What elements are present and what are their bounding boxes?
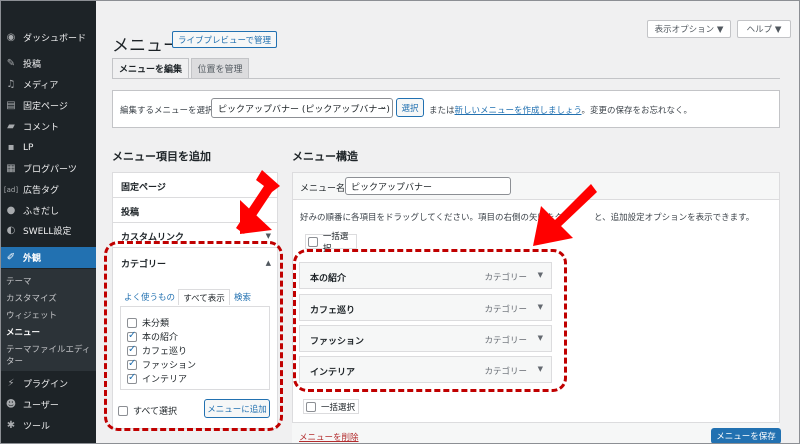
arrow-icon bbox=[236, 170, 280, 234]
bulk-select-bottom[interactable]: 一括選択 bbox=[303, 399, 359, 414]
sidebar-item-pages[interactable]: ▤ 固定ページ bbox=[0, 95, 96, 116]
comment-icon: ▰ bbox=[7, 121, 15, 132]
checkbox[interactable] bbox=[127, 344, 137, 356]
checkbox[interactable] bbox=[308, 236, 318, 247]
sidebar-item-tools[interactable]: ✱ ツール bbox=[0, 415, 96, 436]
admin-sidebar: ◉ ダッシュボード ✎ 投稿 ♫ メディア ▤ 固定ページ ▰ コメント ▪ LP ▦ ブログ… bbox=[0, 0, 96, 444]
checkbox[interactable] bbox=[127, 372, 137, 384]
tool-icon: ✱ bbox=[6, 420, 16, 431]
submenu-customize[interactable]: カスタマイズ bbox=[6, 292, 57, 304]
menu-item[interactable]: 本の紹介 カテゴリー ▼ bbox=[299, 262, 552, 289]
chevron-down-icon: ⌄ bbox=[379, 102, 387, 112]
sidebar-item-balloon[interactable]: ● ふきだし bbox=[0, 200, 96, 221]
submenu-theme-editor[interactable]: テーマファイルエディ bbox=[6, 343, 90, 355]
sidebar-item-posts[interactable]: ✎ 投稿 bbox=[0, 53, 96, 74]
category-item[interactable]: ファッション bbox=[127, 358, 196, 371]
menu-item[interactable]: インテリア カテゴリー ▼ bbox=[299, 356, 552, 383]
menu-select-dropdown[interactable]: ピックアップバナー (ピックアップバナー) ⌄ bbox=[211, 98, 393, 118]
category-checklist: 未分類 本の紹介 カフェ巡り ファッション インテリア bbox=[120, 306, 270, 390]
live-preview-button[interactable]: ライブプレビューで管理 bbox=[172, 31, 277, 48]
delete-menu-link[interactable]: メニューを削除 bbox=[299, 431, 359, 443]
category-item[interactable]: インテリア bbox=[127, 372, 187, 385]
submenu-menus[interactable]: メニュー bbox=[6, 326, 40, 338]
create-menu-link[interactable]: 新しいメニューを作成しましょう bbox=[455, 106, 582, 116]
sidebar-item-blogparts[interactable]: ▦ ブログパーツ bbox=[0, 158, 96, 179]
plugin-icon: ⚡ bbox=[7, 378, 15, 389]
submenu-widgets[interactable]: ウィジェット bbox=[6, 309, 57, 321]
page-icon: ▤ bbox=[6, 100, 16, 111]
lp-icon: ▪ bbox=[7, 142, 15, 153]
select-all-categories[interactable]: すべて選択 bbox=[118, 404, 177, 417]
chevron-down-icon[interactable]: ▼ bbox=[538, 303, 543, 311]
menu-name-input[interactable]: ピックアップバナー bbox=[345, 177, 511, 195]
checkbox[interactable] bbox=[306, 401, 316, 412]
tab-search[interactable]: 検索 bbox=[234, 289, 251, 305]
sidebar-item-adtag[interactable]: [ad] 広告タグ bbox=[0, 179, 96, 200]
checkbox[interactable] bbox=[118, 405, 128, 416]
add-to-menu-button[interactable]: メニューに追加 bbox=[204, 399, 270, 418]
tab-most-used[interactable]: よく使うもの bbox=[124, 289, 175, 305]
sidebar-item-comments[interactable]: ▰ コメント bbox=[0, 116, 96, 137]
sidebar-item-dashboard[interactable]: ◉ ダッシュボード bbox=[0, 27, 96, 48]
sidebar-item-lp[interactable]: ▪ LP bbox=[0, 137, 96, 158]
page-title: メニュー bbox=[112, 36, 180, 56]
select-button[interactable]: 選択 bbox=[396, 98, 424, 117]
user-icon: ☻ bbox=[5, 399, 17, 410]
arrow-icon bbox=[533, 184, 597, 246]
dashboard-icon: ◉ bbox=[6, 32, 16, 43]
category-item[interactable]: 未分類 bbox=[127, 316, 169, 329]
sidebar-item-swell[interactable]: ◐ SWELL設定 bbox=[0, 220, 96, 241]
tab-edit-menus[interactable]: メニューを編集 bbox=[112, 58, 189, 78]
menu-name-label: メニュー名 bbox=[300, 184, 346, 194]
menu-structure-heading: メニュー構造 bbox=[292, 150, 358, 163]
checkbox[interactable] bbox=[127, 330, 137, 342]
tab-divider bbox=[112, 78, 780, 79]
chevron-up-icon: ▲ bbox=[265, 259, 271, 267]
menu-item[interactable]: ファッション カテゴリー ▼ bbox=[299, 325, 552, 352]
select-menu-label: 編集するメニューを選択: bbox=[120, 106, 217, 116]
category-item[interactable]: カフェ巡り bbox=[127, 344, 187, 357]
swell-icon: ◐ bbox=[6, 225, 16, 236]
sidebar-item-users[interactable]: ☻ ユーザー bbox=[0, 394, 96, 415]
media-icon: ♫ bbox=[6, 79, 16, 90]
add-items-heading: メニュー項目を追加 bbox=[112, 150, 211, 163]
brush-icon: ✐ bbox=[6, 252, 16, 263]
submenu-themes[interactable]: テーマ bbox=[6, 275, 32, 287]
bulk-select-top[interactable]: 一括選択 bbox=[305, 232, 357, 254]
pin-icon: ✎ bbox=[6, 58, 16, 69]
tab-manage-locations[interactable]: 位置を管理 bbox=[191, 58, 249, 78]
checkbox[interactable] bbox=[127, 317, 137, 328]
sidebar-item-plugins[interactable]: ⚡ プラグイン bbox=[0, 373, 96, 394]
chevron-down-icon[interactable]: ▼ bbox=[538, 334, 543, 342]
chevron-down-icon[interactable]: ▼ bbox=[538, 271, 543, 279]
tab-view-all[interactable]: すべて表示 bbox=[178, 289, 230, 305]
menu-item[interactable]: カフェ巡り カテゴリー ▼ bbox=[299, 294, 552, 321]
instructions-text-b: と、追加設定オプションを表示できます。 bbox=[594, 213, 755, 223]
submenu-theme-editor-cont: ター bbox=[6, 357, 24, 367]
chevron-down-icon[interactable]: ▼ bbox=[538, 365, 543, 373]
ad-icon: [ad] bbox=[3, 185, 19, 194]
balloon-icon: ● bbox=[6, 205, 16, 216]
help-button[interactable]: ヘルプ ▼ bbox=[737, 20, 791, 38]
screen-options-button[interactable]: 表示オプション ▼ bbox=[647, 20, 731, 38]
blogparts-icon: ▦ bbox=[6, 163, 16, 174]
category-item[interactable]: 本の紹介 bbox=[127, 330, 178, 343]
appearance-submenu: テーマ カスタマイズ ウィジェット メニュー テーマファイルエディ ター bbox=[0, 269, 96, 371]
menu-footer bbox=[292, 422, 780, 444]
checkbox[interactable] bbox=[127, 358, 137, 370]
select-bar-note: または新しいメニューを作成しましょう。変更の保存をお忘れなく。 bbox=[429, 106, 693, 116]
instructions-text-a: 好みの順番に各項目をドラッグしてください。項目の右側の矢印をク bbox=[300, 213, 563, 223]
sidebar-item-media[interactable]: ♫ メディア bbox=[0, 74, 96, 95]
sidebar-item-appearance[interactable]: ✐ 外観 bbox=[0, 247, 96, 268]
save-menu-button[interactable]: メニューを保存 bbox=[711, 428, 781, 444]
